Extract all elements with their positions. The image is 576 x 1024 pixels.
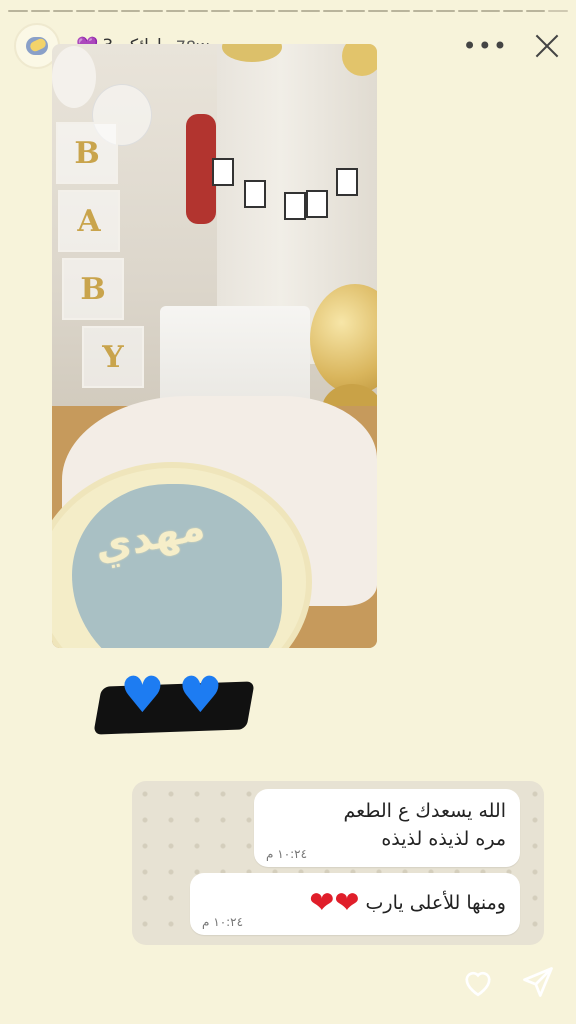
chat-bubble: ومنها للأعلى يارب ❤❤ ١٠:٢٤ م [190,873,520,935]
chat-message-line: ومنها للأعلى يارب ❤❤ [204,881,506,918]
progress-segment [75,10,96,12]
photo-block: Y [82,326,144,388]
close-icon[interactable] [532,31,562,61]
chat-screenshot: الله يسعدك ع الطعم مره لذيذه لذيذه ١٠:٢٤… [132,781,544,945]
photo-block-letter: B [74,135,100,171]
progress-segment [53,10,73,12]
photo-frame [244,180,266,208]
progress-segment [233,10,253,12]
progress-segment [278,10,298,12]
more-horizontal-icon[interactable]: ••• [463,34,508,58]
progress-segment [345,10,366,12]
chat-message-time: ١٠:٢٤ م [202,915,244,929]
blue-heart-icon: ♥ [120,666,165,724]
photo-frame [336,168,358,196]
progress-segment [413,10,433,12]
photo-block: B [62,258,124,320]
avatar-icon [26,37,48,55]
progress-segment [503,10,523,12]
progress-segment [255,10,276,12]
progress-segment [30,10,51,12]
photo-frame [284,192,306,220]
progress-segment [143,10,163,12]
photo-block: B [56,122,118,184]
black-scribble [93,681,255,735]
progress-segment [435,10,456,12]
progress-segment [120,10,141,12]
photo-block: A [58,190,120,252]
chat-message-line: الله يسعدك ع الطعم [343,800,506,822]
progress-segment [480,10,501,12]
progress-segment [323,10,343,12]
chat-message-text: ومنها للأعلى يارب [365,892,506,914]
photo-frame [306,190,328,218]
progress-segment [300,10,321,12]
progress-segment [210,10,231,12]
story-progress-bar [8,10,568,12]
chat-message-time: ١٠:٢٤ م [266,847,308,861]
photo-balloon-white [52,46,96,108]
progress-segment [548,10,568,12]
progress-segment [8,10,28,12]
photo-block-letter: A [77,203,101,239]
progress-segment [98,10,118,12]
progress-segment [188,10,208,12]
progress-segment [458,10,478,12]
photo-block-letter: B [80,271,106,307]
progress-segment [165,10,186,12]
photo-block-letter: Y [102,339,124,375]
story-photo: B A B Y مهدي [52,44,377,648]
progress-segment [390,10,411,12]
progress-segment [368,10,388,12]
chat-bubble: الله يسعدك ع الطعم مره لذيذه لذيذه ١٠:٢٤… [254,789,520,867]
progress-segment [525,10,546,12]
blue-hearts-sticker: ♥ ♥ [93,666,255,740]
photo-frame [212,158,234,186]
blue-heart-icon: ♥ [178,666,223,724]
send-icon[interactable] [520,964,556,1000]
red-heart-icon: ❤❤ [309,885,360,921]
heart-outline-icon[interactable] [460,964,496,1000]
